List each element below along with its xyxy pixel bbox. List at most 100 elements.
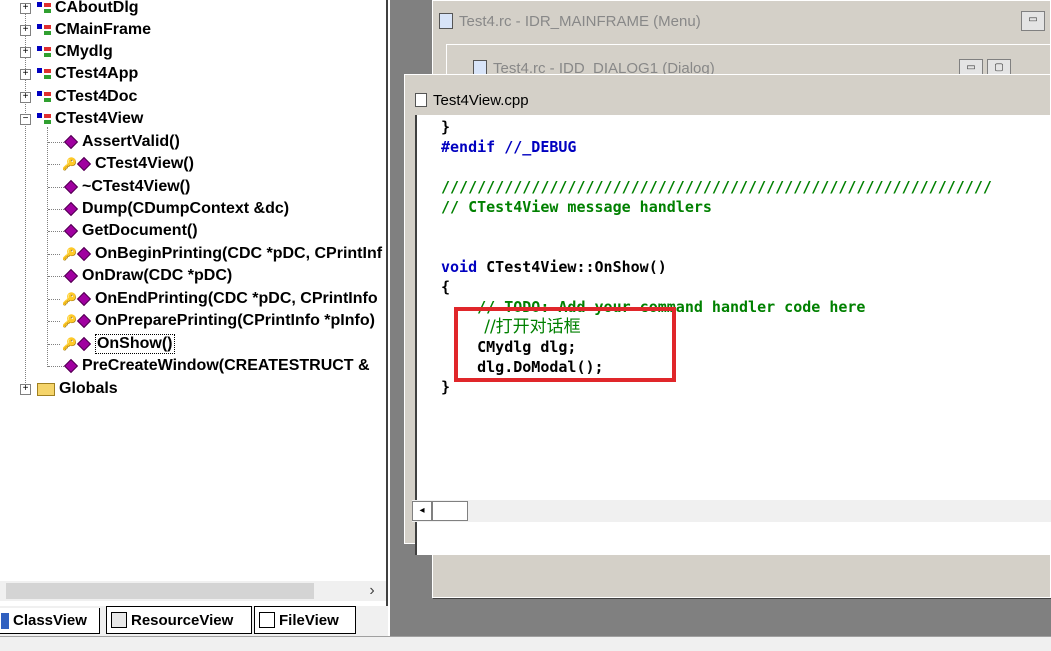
- tree-member-precreatewindow[interactable]: PreCreateWindow(CREATESTRUCT &: [62, 355, 370, 377]
- class-icon: [37, 2, 51, 14]
- tree-item-label: CTest4View: [55, 110, 144, 127]
- window-title: Test4View.cpp: [433, 91, 529, 109]
- scrollbar-thumb[interactable]: [6, 583, 314, 599]
- tree-item-label: CMydlg: [55, 43, 113, 60]
- code-line: #endif //_DEBUG: [441, 138, 577, 156]
- expand-icon[interactable]: +: [20, 383, 31, 395]
- class-icon: [37, 113, 51, 125]
- resourceview-icon: [111, 612, 127, 628]
- protected-method-icon: [76, 336, 92, 352]
- code-line: {: [441, 278, 451, 296]
- highlight-box: [454, 307, 676, 382]
- class-view-panel: + CAboutDlg + CMainFrame + CMydlg + CTes…: [0, 0, 388, 606]
- code-line: }: [441, 378, 451, 396]
- tree-member-ondraw[interactable]: OnDraw(CDC *pDC): [62, 265, 232, 287]
- scroll-left-icon[interactable]: ◂: [412, 501, 432, 521]
- public-method-icon: [63, 358, 79, 374]
- file-icon: [415, 93, 427, 107]
- tree-item-ctest4doc[interactable]: + CTest4Doc: [20, 86, 137, 108]
- member-label: AssertValid(): [82, 133, 180, 150]
- minimize-button[interactable]: ▭: [1021, 11, 1045, 31]
- protected-key-icon: 🔑: [62, 337, 77, 351]
- expand-icon[interactable]: +: [20, 46, 31, 58]
- editor-horizontal-scrollbar[interactable]: ◂: [412, 500, 1051, 522]
- class-icon: [37, 68, 51, 80]
- tree-line: [47, 127, 48, 367]
- tree-member-dump[interactable]: Dump(CDumpContext &dc): [62, 198, 289, 220]
- member-label: PreCreateWindow(CREATESTRUCT &: [82, 357, 370, 374]
- window-titlebar[interactable]: Test4View.cpp: [405, 87, 529, 113]
- protected-method-icon: [76, 156, 92, 172]
- code-line: }: [441, 118, 451, 136]
- tree-item-cmydlg[interactable]: + CMydlg: [20, 41, 113, 63]
- classview-icon: [1, 612, 9, 629]
- code-line: // CTest4View message handlers: [441, 198, 712, 216]
- tree-item-label: CAboutDlg: [55, 0, 139, 16]
- tree-item-globals[interactable]: + Globals: [20, 378, 118, 400]
- member-label: GetDocument(): [82, 222, 198, 239]
- member-label: ~CTest4View(): [82, 178, 191, 195]
- tree-item-label: CMainFrame: [55, 21, 152, 38]
- public-method-icon: [63, 268, 79, 284]
- tree-member-constructor[interactable]: 🔑 CTest4View(): [62, 153, 194, 175]
- window-titlebar[interactable]: Test4.rc - IDR_MAINFRAME (Menu): [433, 8, 1050, 34]
- public-method-icon: [63, 179, 79, 195]
- member-label: OnDraw(CDC *pDC): [82, 267, 233, 284]
- member-label: OnBeginPrinting(CDC *pDC, CPrintInf: [94, 245, 383, 262]
- tab-label: ClassView: [13, 612, 87, 629]
- tree-item-label: Globals: [59, 380, 118, 397]
- tree-item-caboutdlg[interactable]: + CAboutDlg: [20, 0, 139, 19]
- tree-member-onendprinting[interactable]: 🔑 OnEndPrinting(CDC *pDC, CPrintInfo: [62, 288, 378, 310]
- scroll-right-icon[interactable]: ›: [362, 581, 382, 601]
- tree-item-ctest4view[interactable]: − CTest4View: [20, 108, 143, 130]
- expand-icon[interactable]: +: [20, 2, 31, 14]
- public-method-icon: [63, 201, 79, 217]
- tree-member-onshow[interactable]: 🔑 OnShow(): [62, 333, 175, 355]
- collapse-icon[interactable]: −: [20, 113, 31, 125]
- tree-item-label: CTest4App: [55, 65, 139, 82]
- public-method-icon: [63, 134, 79, 150]
- tree-item-cmainframe[interactable]: + CMainFrame: [20, 19, 151, 41]
- tree-member-getdocument[interactable]: GetDocument(): [62, 220, 198, 242]
- public-method-icon: [63, 223, 79, 239]
- tab-label: FileView: [279, 611, 339, 629]
- tree-member-onprepareprinting[interactable]: 🔑 OnPreparePrinting(CPrintInfo *pInfo): [62, 310, 375, 332]
- member-label: Dump(CDumpContext &dc): [82, 200, 290, 217]
- code-line: ////////////////////////////////////////…: [441, 178, 992, 196]
- protected-method-icon: [76, 246, 92, 262]
- expand-icon[interactable]: +: [20, 68, 31, 80]
- tab-label: ResourceView: [131, 611, 234, 629]
- class-icon: [37, 24, 51, 36]
- tree-member-assertvalid[interactable]: AssertValid(): [62, 131, 180, 153]
- protected-key-icon: 🔑: [62, 247, 77, 261]
- protected-key-icon: 🔑: [62, 292, 77, 306]
- tree-member-onbeginprinting[interactable]: 🔑 OnBeginPrinting(CDC *pDC, CPrintInf: [62, 243, 382, 265]
- tree-member-destructor[interactable]: ~CTest4View(): [62, 176, 190, 198]
- tab-resourceview[interactable]: ResourceView: [106, 606, 252, 634]
- class-icon: [37, 46, 51, 58]
- tab-fileview[interactable]: FileView: [254, 606, 356, 634]
- fileview-icon: [259, 612, 275, 628]
- workspace-tabs: ClassView ResourceView FileView: [0, 606, 388, 636]
- protected-method-icon: [76, 291, 92, 307]
- status-bar: [0, 636, 1051, 651]
- code-line: void CTest4View::OnShow(): [441, 258, 667, 276]
- protected-key-icon: 🔑: [62, 314, 77, 328]
- member-label-selected: OnShow(): [94, 334, 175, 354]
- member-label: OnPreparePrinting(CPrintInfo *pInfo): [94, 312, 375, 329]
- expand-icon[interactable]: +: [20, 24, 31, 36]
- tree-item-ctest4app[interactable]: + CTest4App: [20, 63, 138, 85]
- member-label: CTest4View(): [94, 155, 194, 172]
- scrollbar-thumb[interactable]: [432, 501, 468, 521]
- folder-icon: [37, 382, 55, 396]
- member-label: OnEndPrinting(CDC *pDC, CPrintInfo: [94, 290, 378, 307]
- resource-icon: [439, 13, 453, 29]
- class-icon: [37, 91, 51, 103]
- protected-method-icon: [76, 313, 92, 329]
- tree-item-label: CTest4Doc: [55, 88, 138, 105]
- expand-icon[interactable]: +: [20, 91, 31, 103]
- window-title: Test4.rc - IDR_MAINFRAME (Menu): [459, 12, 701, 30]
- horizontal-scrollbar[interactable]: ›: [0, 581, 386, 601]
- tab-classview[interactable]: ClassView: [0, 608, 100, 634]
- protected-key-icon: 🔑: [62, 157, 77, 171]
